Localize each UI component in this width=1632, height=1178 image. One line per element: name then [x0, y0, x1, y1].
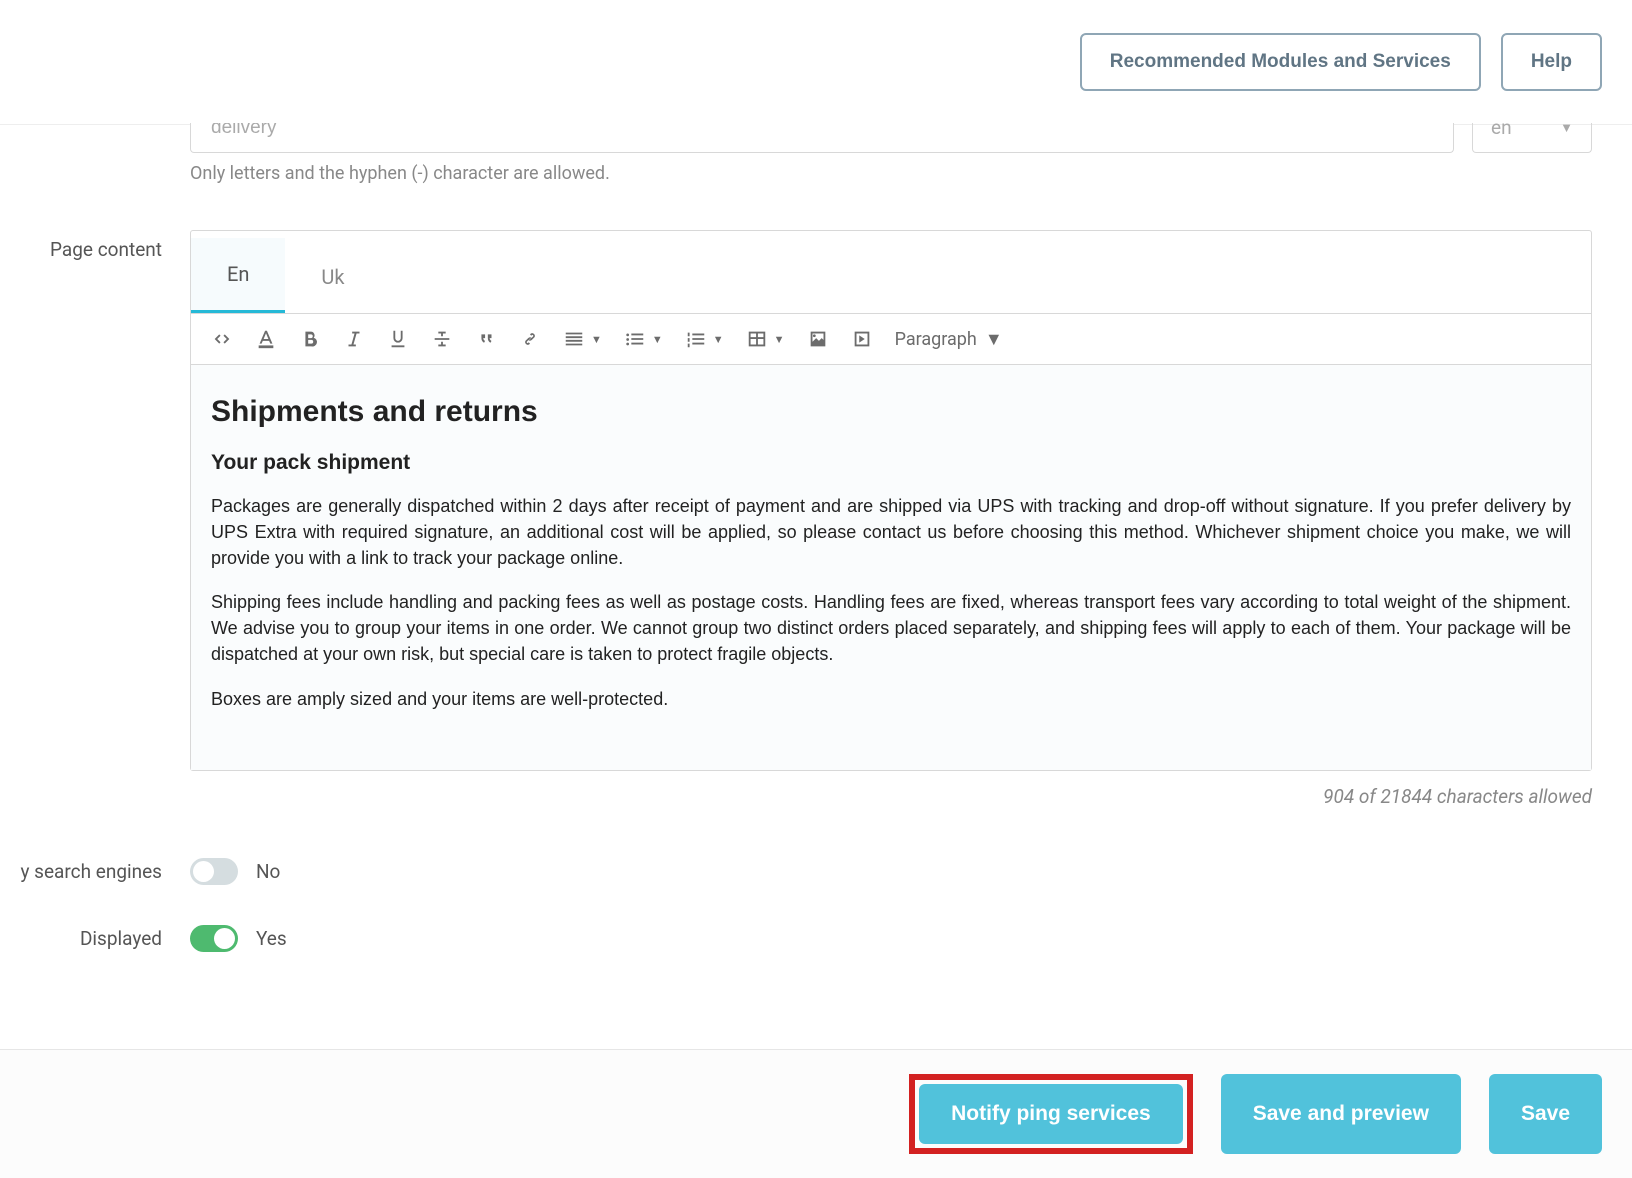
displayed-row: Displayed Yes [0, 925, 1592, 952]
header-bar: Recommended Modules and Services Help [0, 0, 1632, 125]
recommended-modules-button[interactable]: Recommended Modules and Services [1080, 33, 1481, 91]
char-count: 904 of 21844 characters allowed [190, 785, 1592, 808]
lang-select-value: en [1491, 123, 1512, 139]
numbered-list-icon [685, 328, 707, 350]
displayed-label: Displayed [0, 927, 190, 950]
notify-ping-button[interactable]: Notify ping services [919, 1084, 1183, 1144]
friendly-url-row: Friendly URL en ▼ Only letters and the h… [0, 123, 1592, 184]
table-icon [746, 328, 768, 350]
content-p3: Boxes are amply sized and your items are… [211, 686, 1571, 712]
search-engines-label: y search engines [0, 860, 190, 883]
displayed-value: Yes [256, 927, 287, 950]
caret-down-icon: ▼ [652, 333, 663, 346]
content-h2: Shipments and returns [211, 395, 1571, 429]
displayed-toggle[interactable] [190, 925, 238, 952]
text-color-icon[interactable] [255, 328, 277, 350]
editor-tabs: En Uk [191, 231, 1591, 313]
align-icon [563, 328, 585, 350]
form-content: Friendly URL en ▼ Only letters and the h… [0, 123, 1632, 952]
save-preview-button[interactable]: Save and preview [1221, 1074, 1461, 1154]
content-p2: Shipping fees include handling and packi… [211, 589, 1571, 667]
code-icon[interactable] [211, 328, 233, 350]
friendly-url-lang-select[interactable]: en ▼ [1472, 123, 1592, 153]
table-dropdown[interactable]: ▼ [746, 328, 785, 350]
help-button[interactable]: Help [1501, 33, 1602, 91]
link-icon[interactable] [519, 328, 541, 350]
bullet-list-dropdown[interactable]: ▼ [624, 328, 663, 350]
caret-down-icon: ▼ [774, 333, 785, 346]
format-dropdown[interactable]: Paragraph ▼ [895, 329, 1003, 350]
caret-down-icon: ▼ [713, 333, 724, 346]
strikethrough-icon[interactable] [431, 328, 453, 350]
footer-bar: Notify ping services Save and preview Sa… [0, 1049, 1632, 1178]
search-engines-toggle[interactable] [190, 858, 238, 885]
image-icon[interactable] [807, 328, 829, 350]
tab-uk[interactable]: Uk [285, 241, 380, 313]
video-icon[interactable] [851, 328, 873, 350]
page-content-row: Page content En Uk [0, 224, 1592, 808]
numbered-list-dropdown[interactable]: ▼ [685, 328, 724, 350]
page-content-label: Page content [0, 224, 190, 261]
friendly-url-input[interactable] [190, 123, 1454, 153]
save-button[interactable]: Save [1489, 1074, 1602, 1154]
highlighted-notify: Notify ping services [909, 1074, 1193, 1154]
editor-panel: En Uk ▼ [190, 230, 1592, 771]
editor-toolbar: ▼ ▼ ▼ ▼ [191, 313, 1591, 365]
content-p1: Packages are generally dispatched within… [211, 493, 1571, 571]
italic-icon[interactable] [343, 328, 365, 350]
editor-content[interactable]: Shipments and returns Your pack shipment… [191, 365, 1591, 770]
align-dropdown[interactable]: ▼ [563, 328, 602, 350]
bold-icon[interactable] [299, 328, 321, 350]
chevron-down-icon: ▼ [1560, 123, 1573, 136]
content-h3: Your pack shipment [211, 451, 1571, 475]
bullet-list-icon [624, 328, 646, 350]
friendly-url-hint: Only letters and the hyphen (-) characte… [190, 163, 1592, 184]
underline-icon[interactable] [387, 328, 409, 350]
format-label: Paragraph [895, 329, 977, 350]
caret-down-icon: ▼ [591, 333, 602, 346]
search-engines-row: y search engines No [0, 858, 1592, 885]
tab-en[interactable]: En [191, 238, 285, 313]
search-engines-value: No [256, 860, 280, 883]
caret-down-icon: ▼ [985, 329, 1003, 350]
quote-icon[interactable] [475, 328, 497, 350]
